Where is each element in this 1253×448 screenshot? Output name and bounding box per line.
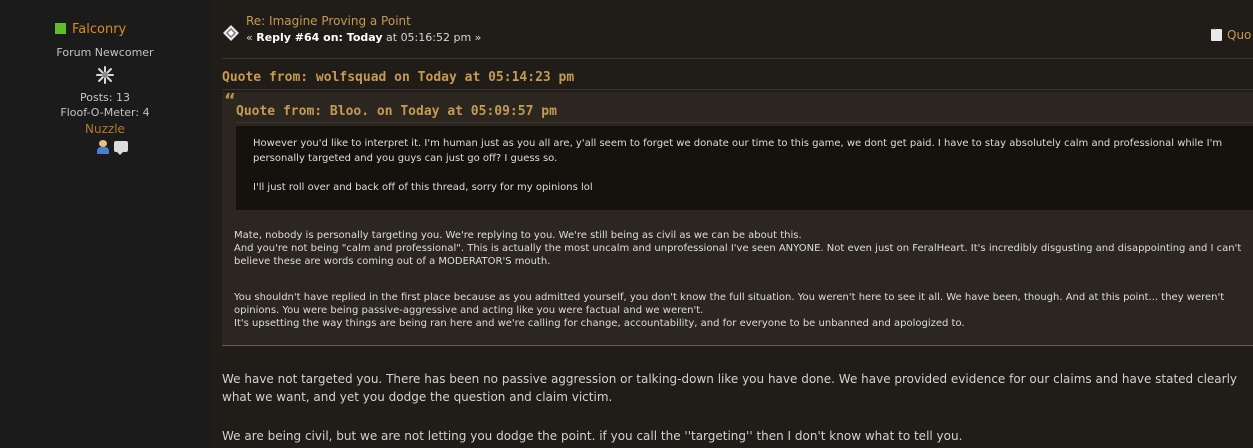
post-time: at 05:16:52 pm » <box>382 31 482 44</box>
header-divider <box>222 58 1253 59</box>
quote-button-label[interactable]: Quo <box>1227 28 1251 42</box>
inner-quote-block: However you'd like to interpret it. I'm … <box>236 126 1253 210</box>
outer-quote-paragraph: Mate, nobody is personally targeting you… <box>234 230 1242 267</box>
custom-title: Nuzzle <box>85 122 125 136</box>
profile-icon[interactable] <box>96 140 110 154</box>
quote-button[interactable]: Quo <box>1211 26 1251 42</box>
meta-prefix: « <box>246 31 257 44</box>
post-subject-link[interactable]: Re: Imagine Proving a Point <box>246 14 411 28</box>
member-group: Forum Newcomer <box>56 46 154 59</box>
poster-name-row[interactable]: Falconry <box>55 22 126 37</box>
outer-quote-header[interactable]: Quote from: wolfsquad on Today at 05:14:… <box>222 70 1253 90</box>
poster-icons <box>96 140 132 159</box>
quote-mark-icon: “ <box>224 90 236 111</box>
poster-name[interactable]: Falconry <box>72 22 126 37</box>
outer-quote-paragraph: You shouldn't have replied in the first … <box>234 292 1225 329</box>
rank-star-icon <box>96 66 114 84</box>
post-meta: « Reply #64 on: Today at 05:16:52 pm » <box>246 31 481 44</box>
post-count: Posts: 13 <box>80 91 130 104</box>
quote-icon <box>1211 26 1222 41</box>
reply-paragraph: We have not targeted you. There has been… <box>222 372 1238 404</box>
inner-quote-paragraph: However you'd like to interpret it. I'm … <box>253 138 1223 164</box>
inner-quote-paragraph: I'll just roll over and back off of this… <box>253 182 593 193</box>
floof-meter: Floof-O-Meter: 4 <box>60 106 150 119</box>
reply-number-link[interactable]: Reply #64 on: Today <box>256 31 382 44</box>
outer-quote-block: “ Quote from: Bloo. on Today at 05:09:57… <box>222 90 1253 346</box>
poster-info: Falconry Forum Newcomer Posts: 13 Floof-… <box>0 0 210 448</box>
pm-icon[interactable] <box>114 141 128 155</box>
post-xx-icon <box>223 25 239 41</box>
inner-quote-header[interactable]: Quote from: Bloo. on Today at 05:09:57 p… <box>236 104 1253 123</box>
post-area: Re: Imagine Proving a Point « Reply #64 … <box>210 0 1253 448</box>
reply-paragraph: We are being civil, but we are not letti… <box>222 429 963 443</box>
online-status-icon <box>55 23 66 34</box>
